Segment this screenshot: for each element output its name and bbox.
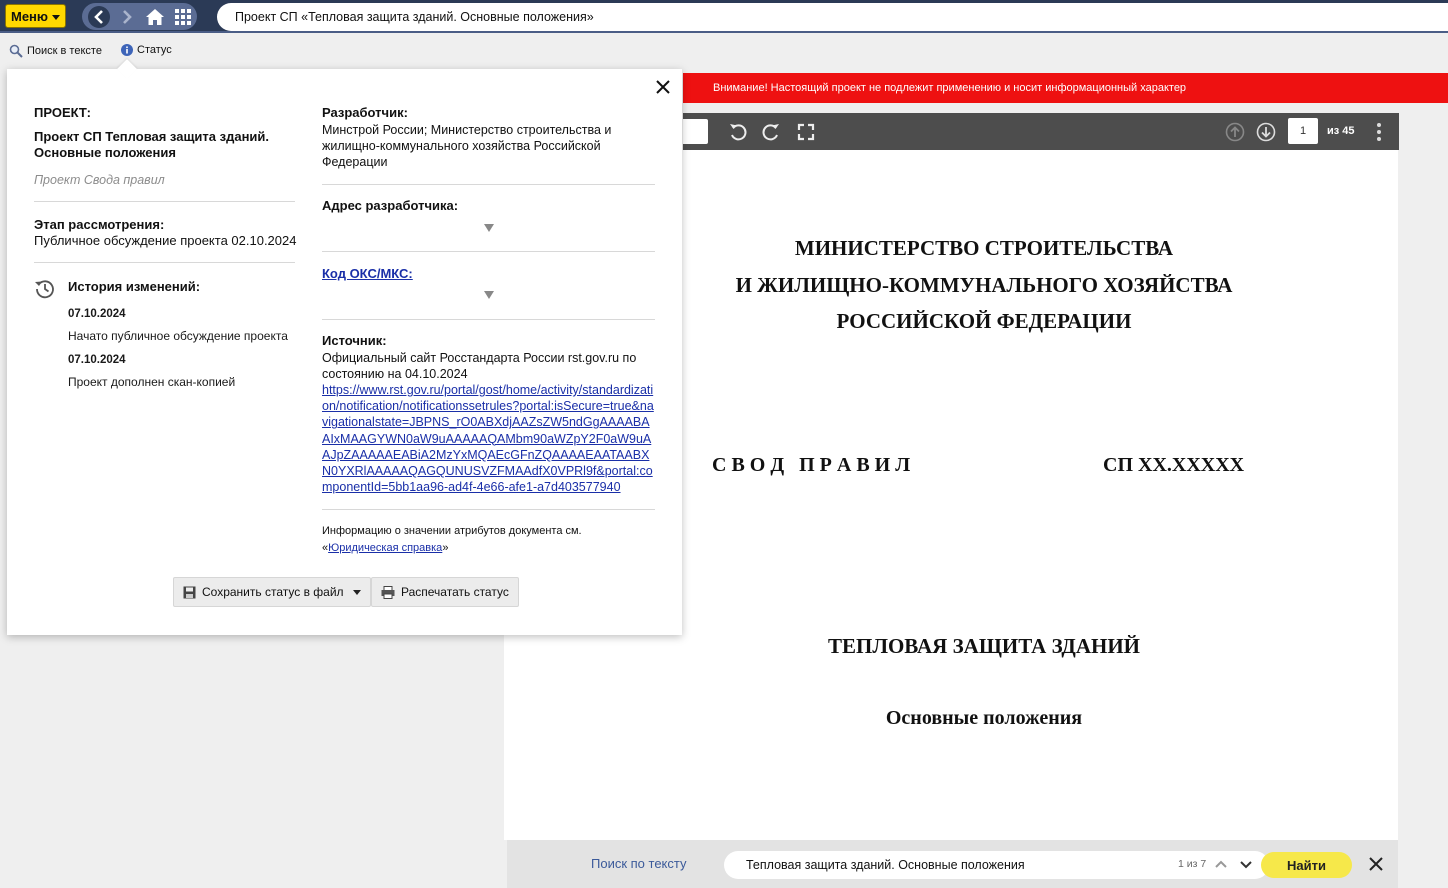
menu-button[interactable]: Меню (5, 4, 66, 28)
caret-down-icon (352, 589, 361, 595)
close-icon[interactable] (655, 79, 671, 95)
search-in-text-label: Поиск в тексте (27, 45, 102, 57)
rotate-right-button[interactable] (760, 121, 782, 143)
chevron-left-icon (94, 9, 103, 24)
warning-text: Внимание! Настоящий проект не подлежит п… (713, 82, 1187, 94)
print-status-label: Распечатать статус (401, 585, 509, 599)
quote-close: » (442, 542, 449, 554)
developer-address-label: Адрес разработчика: (322, 198, 459, 213)
source-label: Источник: (322, 333, 387, 348)
expand-triangle-icon[interactable] (484, 224, 494, 232)
status-label: Статус (137, 44, 172, 56)
document-title: Проект СП «Тепловая защита зданий. Основ… (235, 10, 594, 24)
history-entry: Проект дополнен скан-копией (68, 375, 236, 389)
project-name: Проект СП Тепловая защита зданий. Основн… (34, 129, 270, 160)
page-number: 1 (1299, 125, 1307, 137)
rotate-left-icon (730, 124, 747, 141)
developer-value: Минстрой России; Министерство строительс… (322, 123, 612, 169)
next-page-button[interactable] (1255, 121, 1277, 143)
search-query-text: Тепловая защита зданий. Основные положен… (746, 858, 1025, 872)
printer-icon (381, 585, 395, 599)
status-popup: ПРОЕКТ: Проект СП Тепловая защита зданий… (7, 59, 682, 635)
forward-button[interactable] (116, 6, 138, 28)
previous-page-button[interactable] (1224, 121, 1246, 143)
document-heading: ТЕПЛОВАЯ ЗАЩИТА ЗДАНИЙ (827, 634, 1141, 658)
document-subheading: Основные положения (885, 707, 1083, 729)
source-text: Официальный сайт Росстандарта России rst… (322, 351, 637, 381)
left-pane (0, 635, 504, 888)
code-of-rules-label: С В О Д П Р А В И Л (712, 454, 911, 476)
print-status-button[interactable]: Распечатать статус (371, 577, 519, 607)
status-button[interactable]: Статус (121, 44, 172, 56)
info-icon (121, 44, 133, 56)
stage-label: Этап рассмотрения: (34, 217, 165, 232)
rotate-right-icon (762, 124, 779, 141)
document-title-bar: Проект СП «Тепловая защита зданий. Основ… (217, 3, 1448, 31)
kebab-dot (1377, 137, 1381, 141)
search-in-text-button[interactable]: Поиск в тексте (9, 44, 102, 58)
divider (322, 184, 655, 185)
project-label: ПРОЕКТ: (34, 105, 91, 120)
floppy-disk-icon (183, 586, 196, 598)
history-entry: Начато публичное обсуждение проекта (68, 329, 288, 343)
more-options-button[interactable] (1376, 123, 1382, 141)
page-number-input[interactable]: 1 (1288, 118, 1318, 144)
history-date: 07.10.2024 (68, 308, 126, 320)
legal-reference: «Юридическая справка» (322, 542, 448, 554)
oks-code-link[interactable]: Код ОКС/МКС: (322, 266, 413, 281)
chevron-up-icon[interactable] (1213, 856, 1229, 872)
divider (322, 251, 655, 252)
top-bar: Меню Проект СП «Тепловая защита зданий. … (0, 0, 1448, 33)
fullscreen-icon (797, 123, 815, 141)
stage-value: Публичное обсуждение проекта 02.10.2024 (34, 233, 297, 248)
kebab-dot (1377, 130, 1381, 134)
secondary-toolbar: Поиск в тексте Статус (0, 35, 1448, 68)
viewer-search-field[interactable] (683, 119, 708, 144)
home-button[interactable] (144, 6, 166, 28)
close-icon[interactable] (1368, 856, 1384, 872)
fullscreen-button[interactable] (795, 121, 817, 143)
save-status-label: Сохранить статус в файл (202, 585, 344, 599)
grid-icon (175, 8, 191, 25)
kebab-dot (1377, 123, 1381, 127)
search-icon (9, 44, 23, 58)
warning-banner: Внимание! Настоящий проект не подлежит п… (683, 73, 1448, 103)
legal-reference-link[interactable]: Юридическая справка (328, 542, 442, 554)
project-type: Проект Свода правил (34, 173, 165, 187)
divider (322, 319, 655, 320)
apps-grid-button[interactable] (172, 6, 194, 28)
find-button[interactable]: Найти (1261, 852, 1352, 878)
search-by-text-link[interactable]: Поиск по тексту (591, 856, 687, 871)
home-icon (146, 8, 164, 25)
match-count: 1 из 7 (1178, 858, 1207, 870)
caret-down-icon (52, 14, 60, 20)
rotate-left-button[interactable] (727, 121, 749, 143)
source-url-link[interactable]: https://www.rst.gov.ru/portal/gost/home/… (322, 382, 655, 495)
divider (322, 509, 655, 510)
viewer-toolbar: 1 из 45 (683, 113, 1399, 150)
arrow-up-circle-icon (1225, 122, 1245, 142)
bottom-search-bar: Поиск по тексту Тепловая защита зданий. … (507, 840, 1398, 888)
expand-triangle-icon[interactable] (484, 291, 494, 299)
code-number: СП XX.XXXXX (1103, 454, 1245, 476)
developer-label: Разработчик: (322, 105, 408, 120)
divider (34, 262, 295, 263)
chevron-down-icon[interactable] (1238, 856, 1254, 872)
info-text: Информацию о значении атрибутов документ… (322, 525, 582, 537)
find-button-label: Найти (1287, 857, 1326, 873)
arrow-down-circle-icon (1256, 122, 1276, 142)
chevron-right-icon (123, 9, 132, 24)
divider (34, 201, 295, 202)
history-date: 07.10.2024 (68, 354, 126, 366)
page-total: из 45 (1327, 125, 1355, 137)
save-status-button[interactable]: Сохранить статус в файл (173, 577, 371, 607)
menu-button-label: Меню (10, 8, 48, 24)
history-icon (35, 280, 54, 299)
history-label: История изменений: (68, 279, 201, 294)
back-button[interactable] (88, 5, 110, 28)
nav-group (82, 3, 197, 30)
